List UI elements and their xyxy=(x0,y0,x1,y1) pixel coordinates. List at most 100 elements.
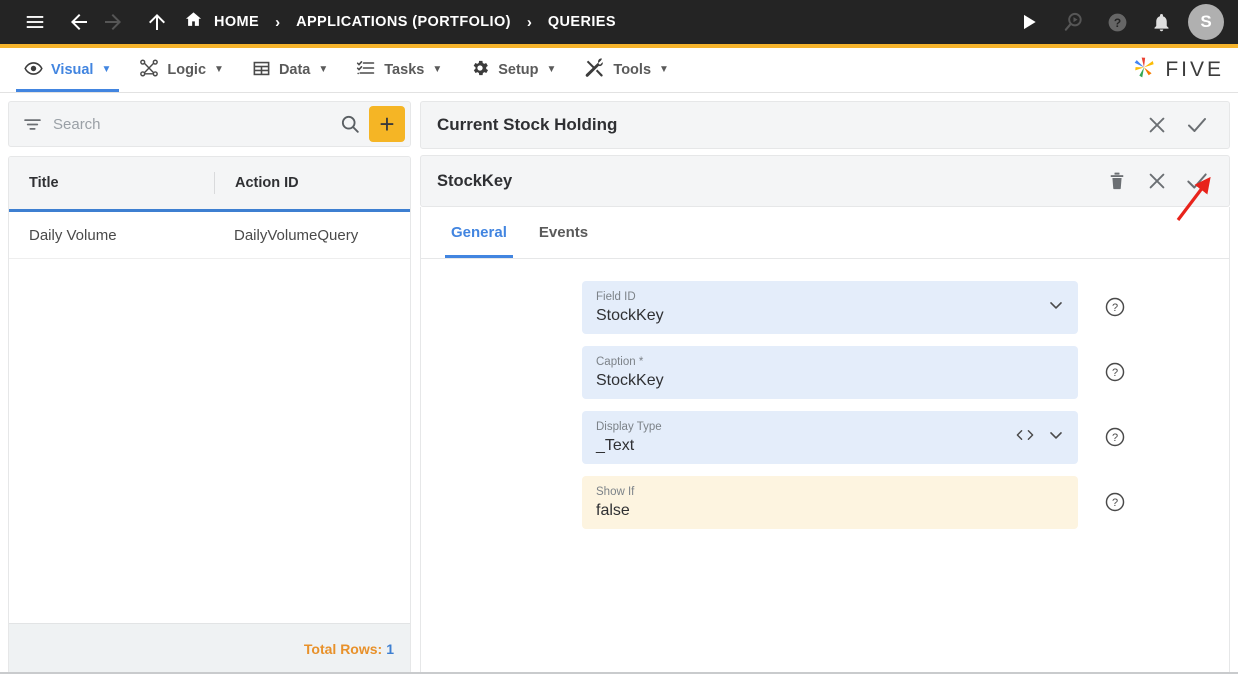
chevron-down-icon: ▼ xyxy=(432,64,443,75)
field-row-caption: Caption * StockKey ? xyxy=(421,346,1229,399)
application-window: HOME › APPLICATIONS (PORTFOLIO) › QUERIE… xyxy=(0,0,1238,674)
bell-icon[interactable] xyxy=(1144,5,1178,39)
tab-label-general: General xyxy=(451,224,507,241)
sub-header-close-x-icon[interactable] xyxy=(1137,161,1177,201)
checklist-icon xyxy=(356,58,376,82)
caption-help-question-circle-icon[interactable]: ? xyxy=(1104,361,1126,383)
form-content: General Events Field ID StockKey ? Capti… xyxy=(420,207,1230,674)
tools-icon xyxy=(584,58,605,83)
sub-page-title: StockKey xyxy=(437,171,513,190)
menu-item-tasks[interactable]: Tasks ▼ xyxy=(342,48,456,92)
show-if-value: false xyxy=(596,501,630,519)
show-if-label: Show If xyxy=(596,485,635,498)
table-row[interactable]: Daily Volume DailyVolumeQuery xyxy=(9,212,410,259)
tab-events[interactable]: Events xyxy=(523,207,604,258)
chevron-down-icon: ▼ xyxy=(318,64,329,75)
menubar-spacer xyxy=(683,48,1130,92)
play-icon[interactable] xyxy=(1012,5,1046,39)
show-if-help-question-circle-icon[interactable]: ? xyxy=(1104,491,1126,513)
gear-icon xyxy=(470,58,490,82)
grid-body[interactable]: Daily Volume DailyVolumeQuery xyxy=(9,212,410,623)
menu-item-data[interactable]: Data ▼ xyxy=(238,48,342,92)
breadcrumb-separator: › xyxy=(526,13,532,31)
filter-icon[interactable] xyxy=(17,109,47,139)
hamburger-menu-icon[interactable] xyxy=(18,5,52,39)
breadcrumb-home[interactable]: HOME xyxy=(184,10,261,34)
field-id-help-question-circle-icon[interactable]: ? xyxy=(1104,296,1126,318)
chevron-down-icon: ▼ xyxy=(214,64,224,75)
grid-footer: Total Rows: 1 xyxy=(9,623,410,673)
arrow-left-icon[interactable] xyxy=(62,5,96,39)
svg-text:?: ? xyxy=(1112,432,1118,444)
menu-label-tasks: Tasks xyxy=(384,62,425,78)
menu-item-setup[interactable]: Setup ▼ xyxy=(456,48,570,92)
add-record-button[interactable]: + xyxy=(369,106,405,142)
search-bar: + xyxy=(8,101,411,147)
total-rows-value: 1 xyxy=(386,640,394,657)
column-header-action-id[interactable]: Action ID xyxy=(214,172,410,194)
search-input[interactable] xyxy=(47,115,335,133)
column-header-title[interactable]: Title xyxy=(9,175,214,191)
menu-label-visual: Visual xyxy=(51,62,94,78)
main-menu-bar: Visual ▼ Logic ▼ Data ▼ Tasks ▼ Setup ▼ … xyxy=(0,48,1238,93)
field-row-show-if: Show If false ? xyxy=(421,476,1229,529)
page-title: Current Stock Holding xyxy=(437,115,618,134)
cell-title: Daily Volume xyxy=(29,226,117,244)
chevron-down-icon: ▼ xyxy=(546,64,557,75)
show-if-input[interactable]: Show If false xyxy=(582,476,1078,529)
sub-header-trash-icon[interactable] xyxy=(1097,161,1137,201)
svg-text:?: ? xyxy=(1112,367,1118,379)
chevron-down-icon: ▼ xyxy=(101,64,112,75)
chevron-down-icon[interactable] xyxy=(1046,295,1066,320)
form-confirm-check-icon[interactable] xyxy=(1177,105,1217,145)
code-brackets-icon[interactable] xyxy=(1014,427,1036,448)
display-type-value: _Text xyxy=(596,436,635,454)
display-type-input[interactable]: Display Type _Text xyxy=(582,411,1078,464)
display-type-adornments xyxy=(1014,411,1066,464)
svg-text:?: ? xyxy=(1112,497,1118,509)
main-body: + Title Action ID Daily Volume DailyVolu… xyxy=(0,93,1238,674)
display-type-help-question-circle-icon[interactable]: ? xyxy=(1104,426,1126,448)
breadcrumb-applications[interactable]: APPLICATIONS (PORTFOLIO) xyxy=(294,14,513,30)
tab-label-events: Events xyxy=(538,224,589,241)
arrow-up-icon[interactable] xyxy=(140,5,174,39)
field-id-value: StockKey xyxy=(596,306,664,324)
field-row-display-type: Display Type _Text ? xyxy=(421,411,1229,464)
nodes-icon xyxy=(139,58,159,82)
eye-icon xyxy=(24,59,43,82)
field-id-input[interactable]: Field ID StockKey xyxy=(582,281,1078,334)
field-row-field-id: Field ID StockKey ? xyxy=(421,281,1229,334)
menu-item-visual[interactable]: Visual ▼ xyxy=(10,48,125,92)
home-icon xyxy=(184,10,203,34)
tab-general[interactable]: General xyxy=(435,207,523,258)
field-id-adornments xyxy=(1046,281,1066,334)
left-list-panel: + Title Action ID Daily Volume DailyVolu… xyxy=(0,93,420,674)
menu-item-logic[interactable]: Logic ▼ xyxy=(125,48,238,92)
svg-text:?: ? xyxy=(1112,302,1118,314)
avatar[interactable]: S xyxy=(1188,4,1224,40)
form-tabs: General Events xyxy=(421,207,1229,259)
svg-text:?: ? xyxy=(1113,15,1120,29)
chevron-down-icon[interactable] xyxy=(1046,425,1066,450)
form-close-x-icon[interactable] xyxy=(1137,105,1177,145)
grid-header-row: Title Action ID xyxy=(9,157,410,212)
form-header: Current Stock Holding xyxy=(420,101,1230,149)
sub-header-confirm-check-icon[interactable] xyxy=(1177,161,1217,201)
breadcrumb-label-home: HOME xyxy=(214,14,260,30)
magnifier-icon[interactable] xyxy=(335,109,365,139)
total-rows-label: Total Rows: xyxy=(303,640,383,657)
question-circle-icon[interactable]: ? xyxy=(1100,5,1134,39)
menu-item-tools[interactable]: Tools ▼ xyxy=(570,48,683,92)
menu-label-tools: Tools xyxy=(613,62,652,78)
right-detail-panel: Current Stock Holding StockKey General E… xyxy=(420,93,1238,674)
top-navigation-bar: HOME › APPLICATIONS (PORTFOLIO) › QUERIE… xyxy=(0,0,1238,44)
menu-label-logic: Logic xyxy=(167,62,207,78)
chevron-down-icon: ▼ xyxy=(659,64,669,75)
brand-logo: FIVE xyxy=(1130,48,1238,92)
breadcrumb-separator: › xyxy=(275,13,281,31)
caption-input[interactable]: Caption * StockKey xyxy=(582,346,1078,399)
records-grid: Title Action ID Daily Volume DailyVolume… xyxy=(8,156,411,674)
menu-label-setup: Setup xyxy=(498,62,539,78)
breadcrumb-queries[interactable]: QUERIES xyxy=(546,14,618,30)
search-play-icon[interactable] xyxy=(1056,5,1090,39)
